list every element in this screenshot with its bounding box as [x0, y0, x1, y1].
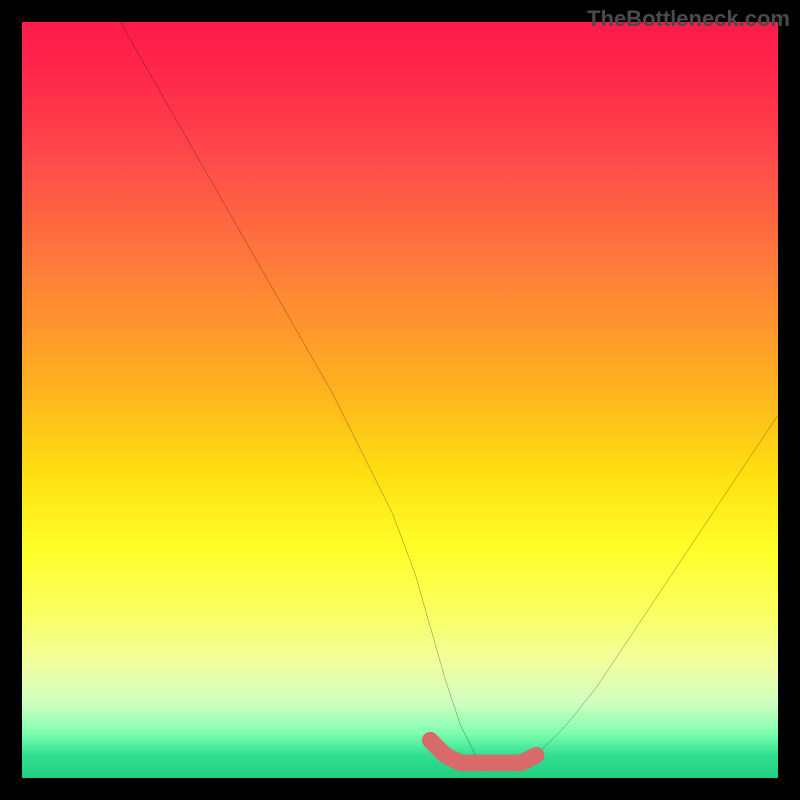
optimal-marker: [483, 755, 498, 770]
optimal-marker: [453, 755, 468, 770]
chart-plot-area: [22, 22, 778, 778]
optimal-marker: [529, 748, 544, 763]
optimal-marker: [423, 733, 438, 748]
watermark-text: TheBottleneck.com: [587, 6, 790, 32]
chart-svg: [22, 22, 778, 778]
optimal-marker: [513, 755, 528, 770]
optimal-marker: [498, 755, 513, 770]
bottleneck-curve-line: [120, 22, 778, 763]
optimal-marker: [438, 748, 453, 763]
optimal-marker: [468, 755, 483, 770]
